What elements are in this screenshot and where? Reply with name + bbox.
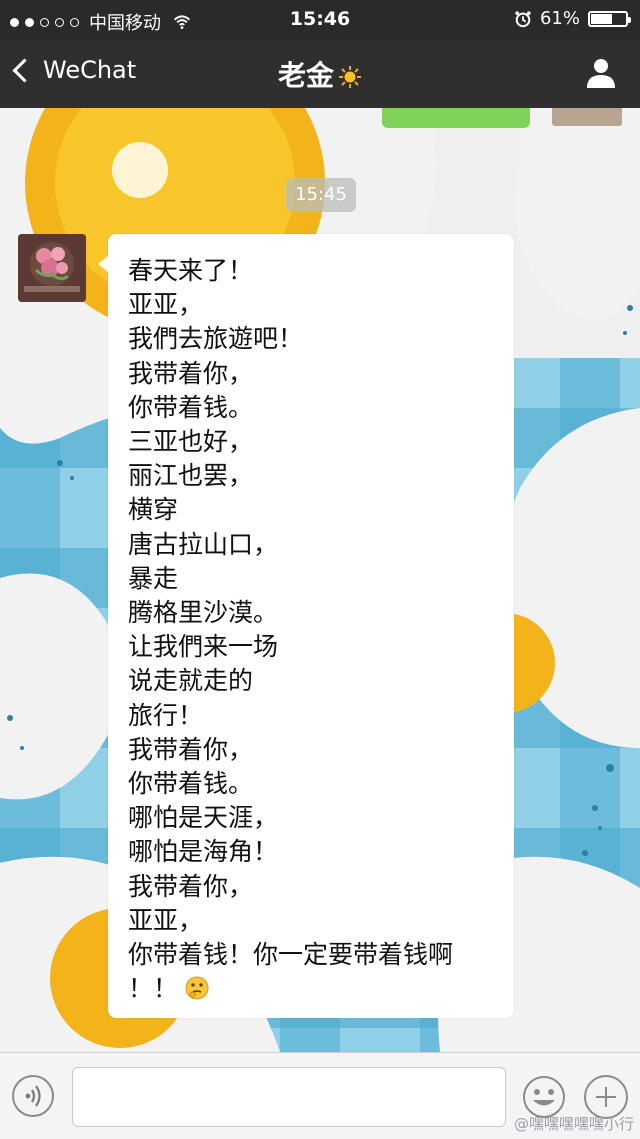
message-line: 哪怕是天涯， (128, 803, 279, 833)
message-line-text: ！！ (128, 974, 179, 1004)
flower-avatar-image (18, 234, 86, 302)
voice-icon (25, 1085, 41, 1107)
message-line: 暴走 (128, 563, 179, 593)
message-line: 亚亚， (128, 905, 204, 935)
message-line: 旅行！ (128, 700, 204, 730)
message-line: 说走就走的 (128, 666, 254, 696)
message-line: 我带着你， (128, 734, 254, 764)
message-line: 哪怕是海角！ (128, 837, 279, 867)
contact-name: 老金 (277, 59, 334, 92)
message-line: 亚亚， (128, 290, 204, 320)
message-line: 你带着钱。 (128, 769, 254, 799)
chat-title: 老金 (0, 54, 640, 94)
message-line: 唐古拉山口， (128, 529, 279, 559)
message-line: 春天来了！ (128, 256, 254, 285)
battery-fill (591, 13, 612, 24)
message-text: 春天来了！ 亚亚， 我們去旅遊吧！ 我带着你， 你带着钱。 三亚也好， 丽江也罢， 横穿 唐古拉… (128, 254, 508, 1006)
message-timestamp: 15:45 (286, 178, 356, 212)
nav-bar: WeChat 老金 (0, 40, 640, 108)
battery-percent: 61% (539, 8, 580, 29)
thinking-face-icon (185, 976, 209, 1000)
contact-avatar[interactable] (18, 234, 86, 302)
message-line: ！！ (128, 972, 508, 1006)
my-avatar[interactable] (552, 108, 622, 126)
chat-area[interactable]: 15:45 春天来了！ 亚亚， 我們去旅遊吧！ 我带着你， 你带着钱。 三亚也好， 丽江也罢… (0, 108, 640, 1052)
message-line: 丽江也罢， (128, 461, 254, 491)
sun-icon (339, 66, 361, 88)
message-line: 横穿 (128, 495, 179, 525)
message-input[interactable] (72, 1067, 506, 1127)
message-line: 让我們来一场 (128, 632, 279, 662)
message-line: 我带着你， (128, 358, 254, 388)
received-message-bubble[interactable]: 春天来了！ 亚亚， 我們去旅遊吧！ 我带着你， 你带着钱。 三亚也好， 丽江也罢， 横穿 唐古拉… (98, 234, 514, 1018)
message-line: 我带着你， (128, 871, 254, 901)
message-line: 你带着钱！你一定要带着钱啊 (128, 940, 454, 970)
input-bar: @嘿嘿嘿嘿嘿小行 (0, 1052, 640, 1139)
status-right: 61% (514, 8, 631, 29)
voice-button[interactable] (12, 1075, 54, 1117)
previous-sent-bubble[interactable] (382, 108, 530, 128)
status-bar: 中国移动 15:46 61% (0, 0, 640, 40)
watermark-text: @嘿嘿嘿嘿嘿小行 (513, 1115, 634, 1133)
battery-icon (588, 10, 631, 27)
message-line: 你带着钱。 (128, 392, 254, 422)
person-icon[interactable] (584, 56, 618, 90)
alarm-icon (515, 10, 531, 27)
message-line: 腾格里沙漠。 (128, 598, 279, 628)
message-line: 三亚也好， (128, 427, 254, 457)
message-line: 我們去旅遊吧！ (128, 324, 304, 354)
